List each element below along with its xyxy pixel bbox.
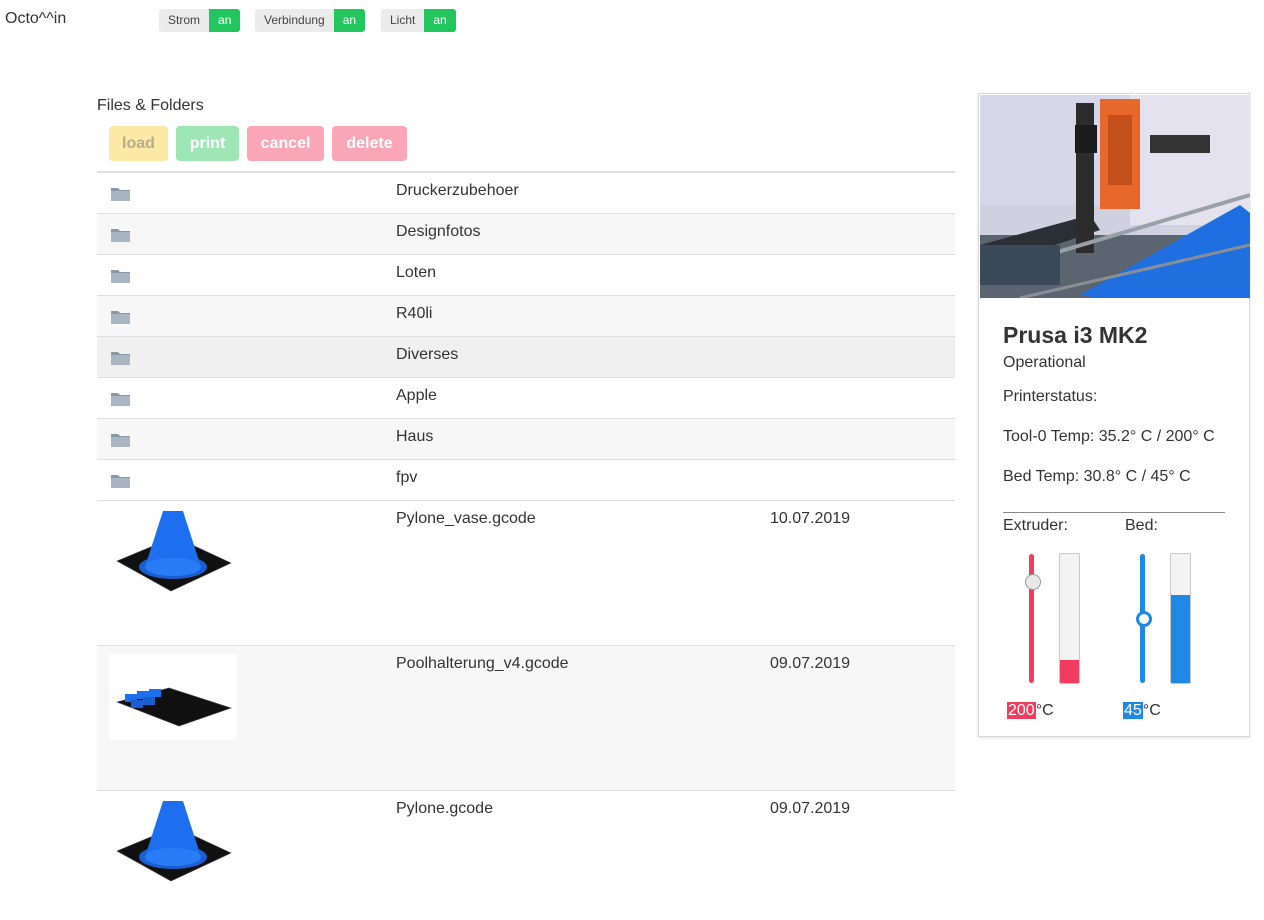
bed-temp: Bed Temp: 30.8° C / 45° C bbox=[1003, 468, 1191, 485]
toggle-licht[interactable]: Licht an bbox=[381, 9, 456, 32]
folder-icon bbox=[111, 311, 130, 324]
folder-row[interactable]: Apple bbox=[97, 378, 955, 419]
unit: °C bbox=[1035, 702, 1054, 719]
printer-status-label: Printerstatus: bbox=[1003, 388, 1098, 405]
toggle-verbindung[interactable]: Verbindung an bbox=[255, 9, 366, 32]
unit: °C bbox=[1142, 702, 1161, 719]
tool-temp: Tool-0 Temp: 35.2° C / 200° C bbox=[1003, 428, 1215, 445]
file-name: Pylone_vase.gcode bbox=[396, 510, 536, 527]
file-date: 10.07.2019 bbox=[770, 510, 851, 527]
toggle-label: Strom bbox=[159, 9, 210, 32]
file-date: 09.07.2019 bbox=[770, 655, 851, 672]
folder-row[interactable]: Diverses bbox=[97, 337, 955, 378]
folder-icon bbox=[111, 270, 130, 283]
files-title: Files & Folders bbox=[97, 97, 204, 114]
folder-icon bbox=[111, 352, 130, 365]
cancel-button[interactable]: cancel bbox=[247, 126, 324, 161]
file-name: Poolhalterung_v4.gcode bbox=[396, 655, 569, 672]
folder-row[interactable]: Druckerzubehoer bbox=[97, 173, 955, 214]
poolhalterung-thumbnail bbox=[109, 654, 237, 740]
toggle-label: Verbindung bbox=[255, 9, 334, 32]
file-row[interactable]: Pylone_vase.gcode 10.07.2019 bbox=[97, 501, 955, 646]
extruder-gauge-fill bbox=[1060, 659, 1079, 683]
folder-icon bbox=[111, 188, 130, 201]
folder-icon bbox=[111, 229, 130, 242]
folder-row[interactable]: Haus bbox=[97, 419, 955, 460]
toggle-strom[interactable]: Strom an bbox=[159, 9, 241, 32]
extruder-gauge bbox=[1059, 553, 1080, 684]
webcam-image bbox=[980, 95, 1250, 298]
toggle-state: an bbox=[333, 9, 366, 32]
folder-row[interactable]: Loten bbox=[97, 255, 955, 296]
folder-name: Apple bbox=[396, 387, 437, 404]
bed-gauge-fill bbox=[1171, 595, 1190, 683]
print-button[interactable]: print bbox=[176, 126, 239, 161]
file-row[interactable]: Poolhalterung_v4.gcode 09.07.2019 bbox=[97, 646, 955, 791]
bed-target-value[interactable]: 45 bbox=[1123, 702, 1143, 719]
file-row[interactable]: Pylone.gcode 09.07.2019 bbox=[97, 791, 955, 920]
folder-row[interactable]: R40li bbox=[97, 296, 955, 337]
file-table: Druckerzubehoer Designfotos Loten R40li … bbox=[97, 171, 955, 920]
divider bbox=[1003, 512, 1225, 513]
delete-button[interactable]: delete bbox=[332, 126, 407, 161]
cone-thumbnail bbox=[116, 801, 232, 882]
folder-name: fpv bbox=[396, 469, 418, 486]
folder-row[interactable]: fpv bbox=[97, 460, 955, 501]
folder-name: Loten bbox=[396, 264, 437, 281]
file-date: 09.07.2019 bbox=[770, 800, 851, 817]
printer-state: Operational bbox=[1003, 354, 1086, 371]
cone-thumbnail bbox=[116, 511, 232, 592]
folder-name: Diverses bbox=[396, 346, 459, 363]
folder-name: Druckerzubehoer bbox=[396, 182, 519, 199]
folder-name: Haus bbox=[396, 428, 434, 445]
folder-icon bbox=[111, 475, 130, 488]
toggle-label: Licht bbox=[381, 9, 425, 32]
folder-icon bbox=[111, 393, 130, 406]
folder-name: Designfotos bbox=[396, 223, 481, 240]
file-name: Pylone.gcode bbox=[396, 800, 493, 817]
app-title: Octo^^in bbox=[5, 10, 67, 27]
load-button[interactable]: load bbox=[109, 126, 168, 161]
folder-row[interactable]: Designfotos bbox=[97, 214, 955, 255]
toggle-state: an bbox=[209, 9, 241, 32]
extruder-slider-handle[interactable] bbox=[1025, 574, 1041, 591]
bed-target[interactable]: 45°C bbox=[1123, 702, 1161, 720]
folder-icon bbox=[111, 434, 130, 447]
bed-label: Bed: bbox=[1125, 517, 1158, 534]
extruder-target[interactable]: 200°C bbox=[1007, 702, 1054, 720]
printer-name: Prusa i3 MK2 bbox=[1003, 322, 1148, 348]
extruder-label: Extruder: bbox=[1003, 517, 1068, 534]
toggle-state: an bbox=[424, 9, 456, 32]
extruder-slider[interactable] bbox=[1029, 554, 1034, 683]
printer-card: Prusa i3 MK2 Operational Printerstatus: … bbox=[978, 93, 1250, 737]
extruder-target-value[interactable]: 200 bbox=[1007, 702, 1036, 719]
bed-slider-handle[interactable] bbox=[1136, 610, 1152, 627]
folder-name: R40li bbox=[396, 305, 433, 322]
bed-gauge bbox=[1170, 553, 1191, 684]
